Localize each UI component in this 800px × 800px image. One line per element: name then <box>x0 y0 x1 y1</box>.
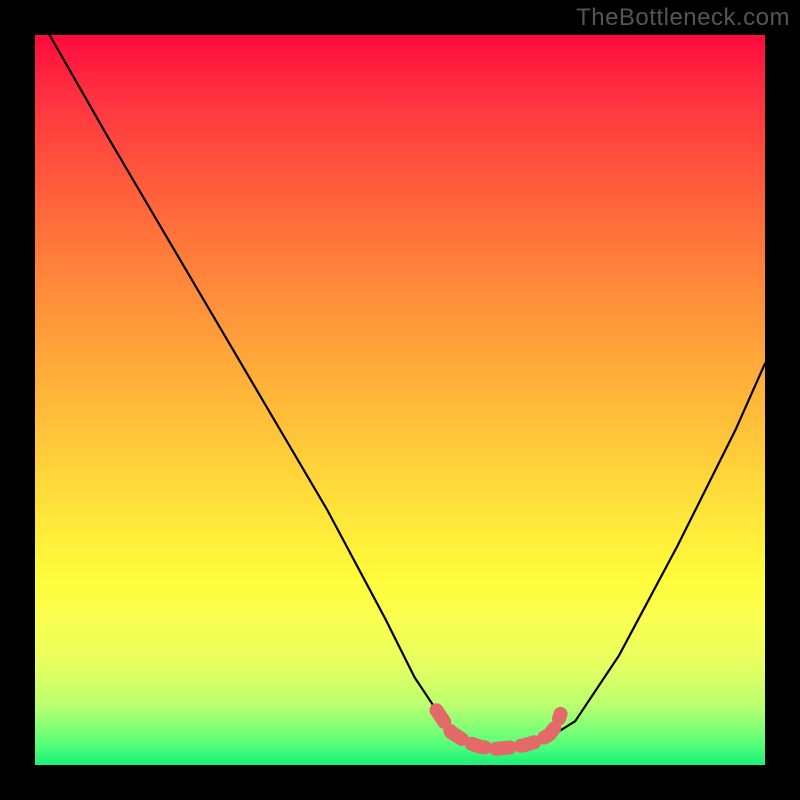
chart-container: TheBottleneck.com <box>0 0 800 800</box>
watermark-text: TheBottleneck.com <box>576 4 790 32</box>
bottleneck-curve <box>50 35 765 749</box>
plot-svg <box>35 35 765 765</box>
optimal-range-highlight <box>437 710 561 749</box>
plot-area <box>35 35 765 765</box>
